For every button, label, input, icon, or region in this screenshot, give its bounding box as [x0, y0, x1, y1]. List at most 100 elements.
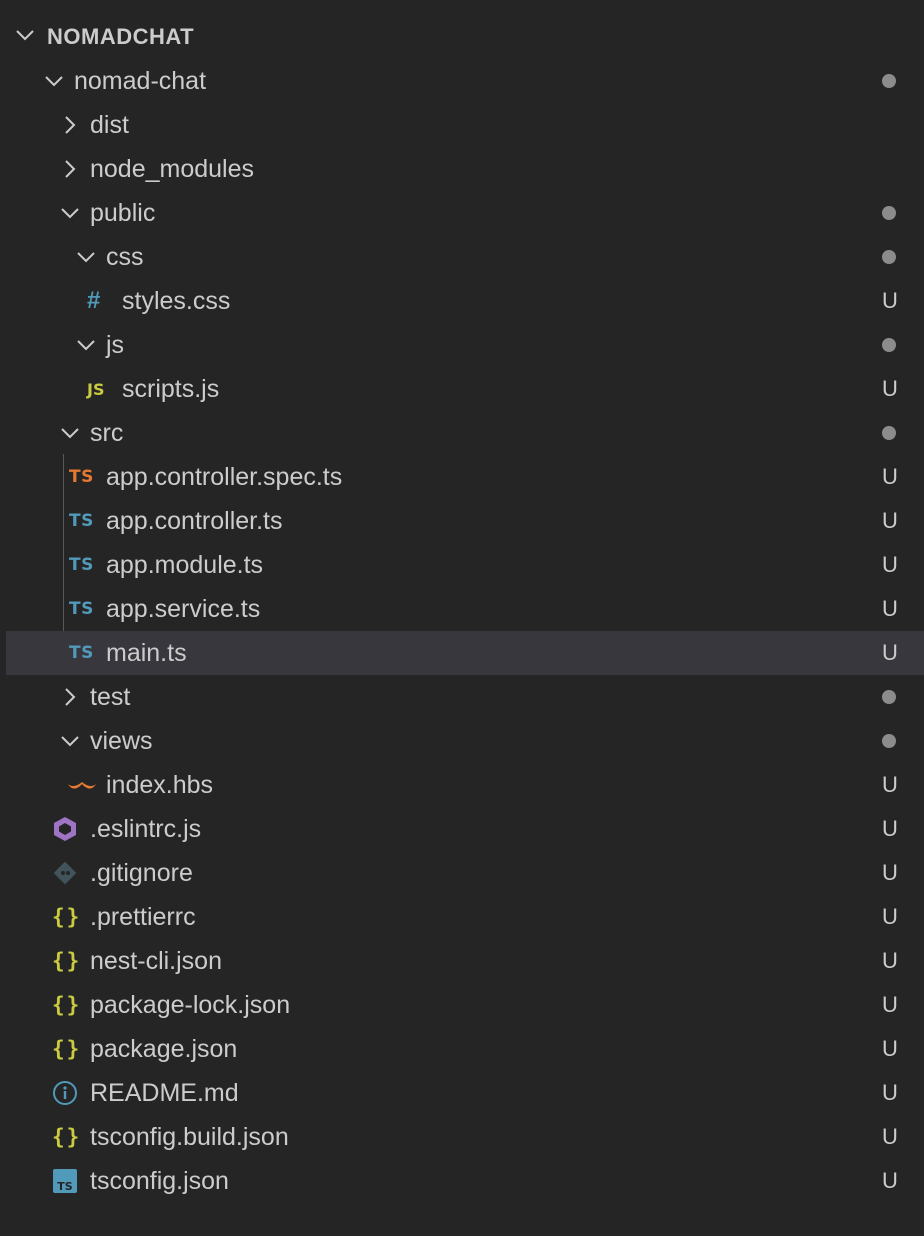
- braces-icon-label: {}: [52, 905, 82, 929]
- git-status-badge: U: [882, 552, 898, 577]
- css-hash-icon: #: [87, 287, 101, 314]
- ts-icon: TS: [69, 597, 94, 621]
- item-label: app.controller.ts: [106, 507, 283, 535]
- item-label: views: [90, 727, 153, 755]
- file-item[interactable]: TS app.controller.ts U: [0, 499, 924, 543]
- chevron-right-icon: [65, 688, 76, 706]
- ts-icon-label: TS: [69, 643, 94, 663]
- modified-indicator-dot: [882, 74, 896, 88]
- git-status-badge: U: [882, 1080, 898, 1105]
- file-item[interactable]: .gitignore U: [0, 851, 924, 895]
- git-status-badge: U: [882, 464, 898, 489]
- folder-item[interactable]: src: [0, 411, 924, 455]
- chevron-down-icon: [77, 340, 95, 351]
- git-status-badge: U: [882, 288, 898, 313]
- file-item[interactable]: {} package-lock.json U: [0, 983, 924, 1027]
- file-item[interactable]: {} tsconfig.build.json U: [0, 1115, 924, 1159]
- tsconfig-icon: TS: [52, 1169, 78, 1193]
- file-item[interactable]: README.md U: [0, 1071, 924, 1115]
- file-item[interactable]: {} nest-cli.json U: [0, 939, 924, 983]
- git-status-badge: U: [882, 1168, 898, 1193]
- item-label: test: [90, 683, 131, 711]
- folder-item[interactable]: views: [0, 719, 924, 763]
- item-label: node_modules: [90, 155, 255, 183]
- file-item[interactable]: # styles.css U: [0, 279, 924, 323]
- chevron-down-icon: [61, 208, 79, 219]
- folder-item[interactable]: public: [0, 191, 924, 235]
- git-status-badge: U: [882, 904, 898, 929]
- modified-indicator-dot: [882, 734, 896, 748]
- info-circle-shape: [53, 1081, 77, 1105]
- folder-item[interactable]: css: [0, 235, 924, 279]
- git-status-badge: U: [882, 772, 898, 797]
- hash-icon-label: #: [87, 287, 101, 314]
- item-label: styles.css: [122, 287, 231, 315]
- json-braces-icon: {}: [52, 905, 81, 929]
- modified-indicator-dot: [882, 338, 896, 352]
- git-status-badge: U: [882, 376, 898, 401]
- file-item[interactable]: JS scripts.js U: [0, 367, 924, 411]
- json-braces-icon: {}: [52, 1037, 81, 1061]
- file-item[interactable]: TS app.service.ts U: [0, 587, 924, 631]
- chevron-down-icon: [16, 30, 34, 41]
- item-label: .eslintrc.js: [90, 815, 202, 843]
- git-icon: [52, 861, 78, 885]
- item-label: css: [106, 243, 144, 271]
- info-icon: [52, 1081, 78, 1105]
- ts-icon-label: TS: [69, 555, 94, 575]
- git-status-badge: U: [882, 508, 898, 533]
- modified-indicator-dot: [882, 206, 896, 220]
- ts-icon-label: TS: [69, 511, 94, 531]
- git-status-badge: U: [882, 1124, 898, 1149]
- hexagon-shape: [54, 817, 76, 841]
- file-item[interactable]: TS app.controller.spec.ts U: [0, 455, 924, 499]
- chevron-right-icon: [65, 116, 76, 134]
- folder-item[interactable]: node_modules: [0, 147, 924, 191]
- file-item[interactable]: {} .prettierrc U: [0, 895, 924, 939]
- git-status-badge: U: [882, 992, 898, 1017]
- folder-item[interactable]: test: [0, 675, 924, 719]
- eslint-icon: [52, 817, 78, 841]
- folder-item[interactable]: dist: [0, 103, 924, 147]
- js-icon: JS: [87, 377, 104, 401]
- item-label: .prettierrc: [90, 903, 196, 931]
- file-explorer: NOMADCHAT nomad-chat dist node_modulespubl…: [0, 0, 924, 1236]
- ts-icon: TS: [69, 509, 94, 533]
- file-item[interactable]: TS tsconfig.json U: [0, 1159, 924, 1203]
- json-braces-icon: {}: [52, 993, 81, 1017]
- modified-indicator-dot: [882, 426, 896, 440]
- git-status-badge: U: [882, 816, 898, 841]
- folder-item[interactable]: js: [0, 323, 924, 367]
- braces-icon-label: {}: [52, 993, 82, 1017]
- json-braces-icon: {}: [52, 949, 81, 973]
- item-label: dist: [90, 111, 129, 139]
- file-item[interactable]: {} package.json U: [0, 1027, 924, 1071]
- item-label: index.hbs: [106, 771, 214, 799]
- file-item[interactable]: TS main.ts U: [6, 631, 924, 675]
- folder-item[interactable]: nomad-chat: [0, 59, 924, 103]
- modified-indicator-dot: [882, 690, 896, 704]
- file-item[interactable]: .eslintrc.js U: [0, 807, 924, 851]
- item-label: scripts.js: [122, 375, 220, 403]
- diamond-shape: [53, 861, 77, 885]
- git-status-badge: U: [882, 948, 898, 973]
- item-label: app.module.ts: [106, 551, 264, 579]
- mustache-shape: [68, 782, 96, 789]
- ts-spec-icon: TS: [69, 465, 94, 489]
- item-label: README.md: [90, 1079, 239, 1107]
- item-label: tsconfig.build.json: [90, 1123, 289, 1151]
- file-item[interactable]: TS app.module.ts U: [0, 543, 924, 587]
- explorer-section-header[interactable]: NOMADCHAT: [0, 14, 924, 58]
- git-status-badge: U: [882, 596, 898, 621]
- chevron-down-icon: [61, 736, 79, 747]
- ts-icon: TS: [69, 641, 94, 665]
- item-label: package.json: [90, 1035, 238, 1063]
- braces-icon-label: {}: [52, 949, 82, 973]
- file-item[interactable]: index.hbs U: [0, 763, 924, 807]
- item-label: nomad-chat: [74, 67, 207, 95]
- braces-icon-label: {}: [52, 1125, 82, 1149]
- explorer-title: NOMADCHAT: [47, 24, 195, 49]
- item-label: src: [90, 419, 124, 447]
- svg-text:TS: TS: [57, 1180, 73, 1193]
- item-label: nest-cli.json: [90, 947, 222, 975]
